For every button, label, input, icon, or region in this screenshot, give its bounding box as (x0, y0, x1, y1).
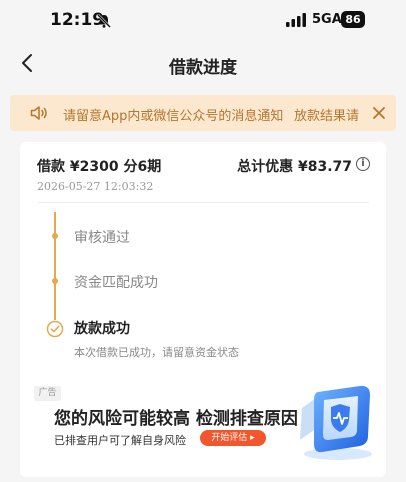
loan-datetime: 2026-05-27 12:03:32 (37, 180, 154, 193)
notice-text: 请留意App内或微信公众号的消息通知 (63, 109, 284, 124)
step-label: 资金匹配成功 (74, 275, 158, 291)
check-circle-icon (46, 320, 64, 338)
step-label-current: 放款成功 (74, 321, 130, 337)
ad-title[interactable]: 您的风险可能较高 检测排查原因 (54, 404, 298, 429)
close-icon[interactable] (372, 106, 386, 120)
loan-progress-page: 12:19 5GA 86 借款进度 请留意App内或微信公众号的消息通知 放款结… (0, 0, 406, 482)
battery-indicator: 86 (341, 11, 365, 28)
start-assessment-button[interactable]: 开始评估 ▸ (200, 430, 266, 446)
nav-bar: 借款进度 (0, 42, 406, 86)
timeline-line (54, 212, 56, 308)
loan-card: 借款 ¥2300 分6期 总计优惠 ¥83.77 i 2026-05-27 12… (20, 142, 386, 477)
shield-monitor-icon (300, 385, 372, 460)
notice-bar[interactable]: 请留意App内或微信公众号的消息通知 放款结果请 (10, 95, 396, 131)
ad-subtitle: 已排查用户可了解自身风险 (54, 434, 186, 447)
timeline-line (54, 308, 56, 320)
status-bar: 12:19 5GA 86 (0, 0, 406, 42)
timeline-dot (52, 233, 58, 239)
network-type: 5GA (312, 12, 342, 27)
timeline-dot (52, 278, 58, 284)
ad-tag: 广告 (34, 386, 61, 401)
page-title: 借款进度 (169, 58, 237, 78)
info-icon[interactable]: i (356, 157, 370, 171)
signal-icon (286, 13, 306, 27)
loan-amount: 借款 ¥2300 分6期 (37, 159, 162, 175)
notice-scroll-text: 放款结果请 (294, 109, 360, 124)
speaker-icon (30, 106, 47, 120)
divider (37, 202, 369, 203)
total-discount: 总计优惠 ¥83.77 (237, 159, 352, 175)
step-label: 审核通过 (74, 230, 130, 246)
step-description: 本次借款已成功，请留意资金状态 (74, 346, 239, 359)
bell-muted-icon (97, 14, 111, 28)
